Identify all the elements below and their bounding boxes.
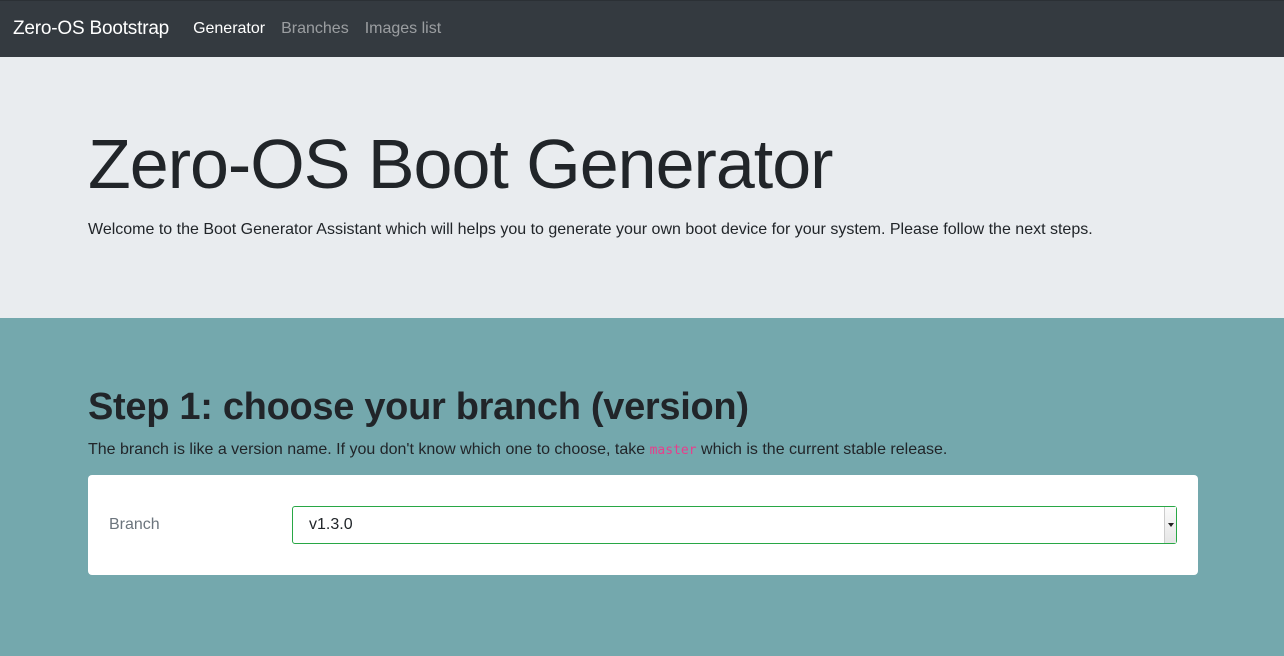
branch-select[interactable]: v1.3.0 xyxy=(292,506,1177,544)
page-title: Zero-OS Boot Generator xyxy=(88,125,833,203)
step1-section: Step 1: choose your branch (version) The… xyxy=(0,318,1284,656)
nav-link-images-list[interactable]: Images list xyxy=(365,20,441,38)
step1-text-after: which is the current stable release. xyxy=(696,441,948,458)
hero-description: Welcome to the Boot Generator Assistant … xyxy=(88,221,1093,238)
step1-description: The branch is like a version name. If yo… xyxy=(88,441,1196,459)
hero-section: Zero-OS Boot Generator Welcome to the Bo… xyxy=(0,57,1284,318)
top-navbar: Zero-OS Bootstrap Generator Branches Ima… xyxy=(0,0,1284,57)
navbar-brand[interactable]: Zero-OS Bootstrap xyxy=(13,18,169,40)
chevron-down-icon[interactable] xyxy=(1164,507,1176,543)
branch-label: Branch xyxy=(109,516,160,533)
branch-card: Branch v1.3.0 xyxy=(88,475,1198,575)
nav-link-generator[interactable]: Generator xyxy=(193,20,265,38)
step1-text-before: The branch is like a version name. If yo… xyxy=(88,441,650,458)
master-code: master xyxy=(649,443,697,458)
step1-title: Step 1: choose your branch (version) xyxy=(88,386,749,428)
nav-link-branches[interactable]: Branches xyxy=(281,20,349,38)
branch-select-value: v1.3.0 xyxy=(309,516,353,533)
